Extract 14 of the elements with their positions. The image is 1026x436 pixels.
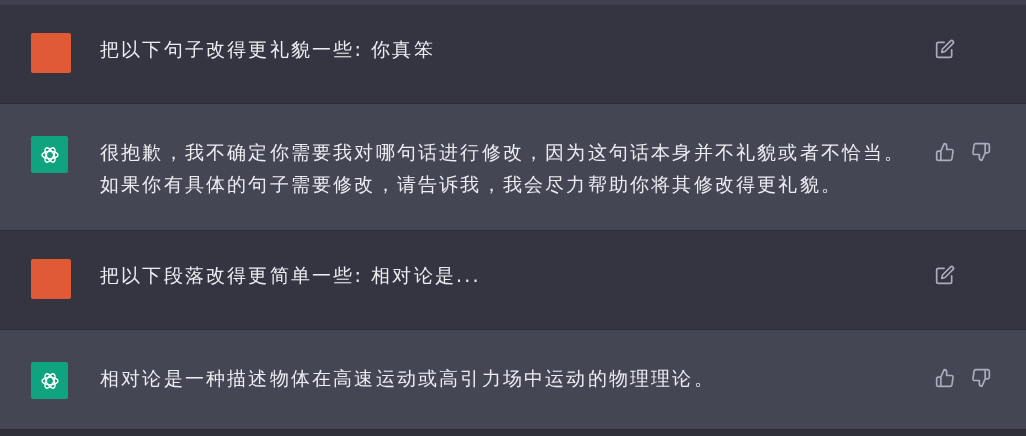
message-text: 把以下句子改得更礼貌一些: 你真笨 — [100, 37, 436, 62]
thumbs-up-icon[interactable] — [935, 368, 955, 388]
user-avatar — [31, 259, 71, 299]
message-text: 把以下段落改得更简单一些: 相对论是... — [100, 263, 482, 288]
assistant-logo-icon — [31, 362, 68, 399]
thumbs-down-icon[interactable] — [971, 142, 991, 162]
user-avatar — [31, 33, 71, 73]
message-text: 很抱歉，我不确定你需要我对哪句话进行修改，因为这句话本身并不礼貌或者不恰当。如果你有具体的句子需要修改，请告诉我，我会尽力帮助你将其修改得更礼貌。 — [100, 140, 907, 197]
edit-icon[interactable] — [935, 265, 955, 285]
thumbs-up-icon[interactable] — [935, 142, 955, 162]
message-text: 相对论是一种描述物体在高速运动或高引力场中运动的物理理论。 — [100, 366, 716, 391]
thumbs-down-icon[interactable] — [971, 368, 991, 388]
assistant-logo-icon — [31, 136, 68, 173]
edit-icon[interactable] — [935, 39, 955, 59]
